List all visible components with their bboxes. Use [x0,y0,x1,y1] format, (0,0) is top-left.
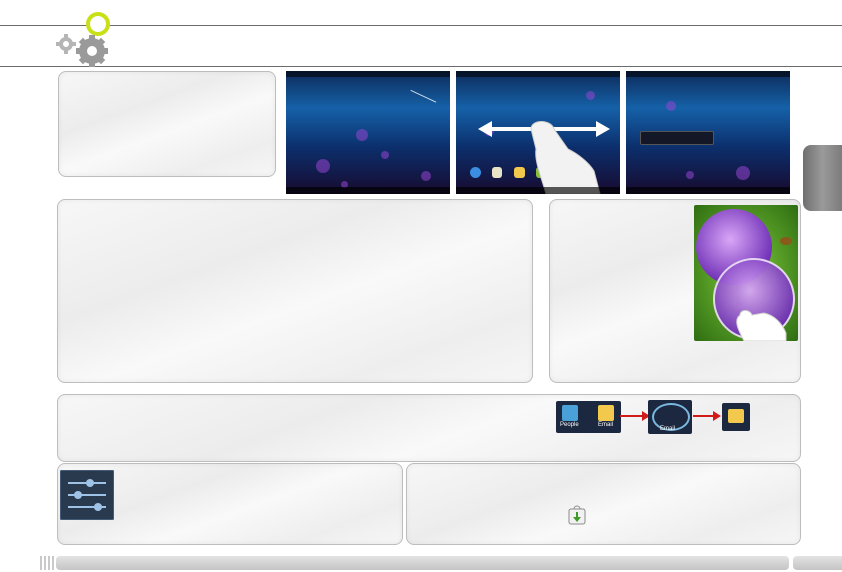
email-app-icon [598,405,614,421]
intro-panel [58,71,276,177]
folder-flow-step-apps: People Email [556,401,621,433]
download-bag-icon [568,505,586,525]
settings-gears-icon [52,8,122,70]
footer-page-tab [793,556,842,570]
contacts-app-icon [562,405,578,421]
header-bottom-rule [0,66,842,67]
apps-info-panel [406,463,801,545]
header-top-rule [0,25,842,26]
footer-stripe [48,556,50,570]
folder-label: Email [660,426,676,432]
folder-flow-step-merge: Email [648,400,692,434]
section-tab [803,145,842,211]
footer-stripe [52,556,54,570]
folder-icon [722,403,750,431]
footer-stripe [44,556,46,570]
homescreen-screenshot [286,71,450,194]
swipe-screens-screenshot [456,71,620,194]
arrow-right-icon [620,411,650,421]
footer-stripe [40,556,42,570]
main-info-panel [57,199,533,383]
flower-zoom-image [694,205,798,341]
footer-bar [56,556,789,570]
finger-swipe-icon [476,109,620,194]
app2-label: Email [598,422,614,428]
longpress-screenshot [626,71,790,194]
app1-label: People [560,422,579,428]
arrow-right-icon [693,411,721,421]
settings-sliders-icon [60,470,114,520]
